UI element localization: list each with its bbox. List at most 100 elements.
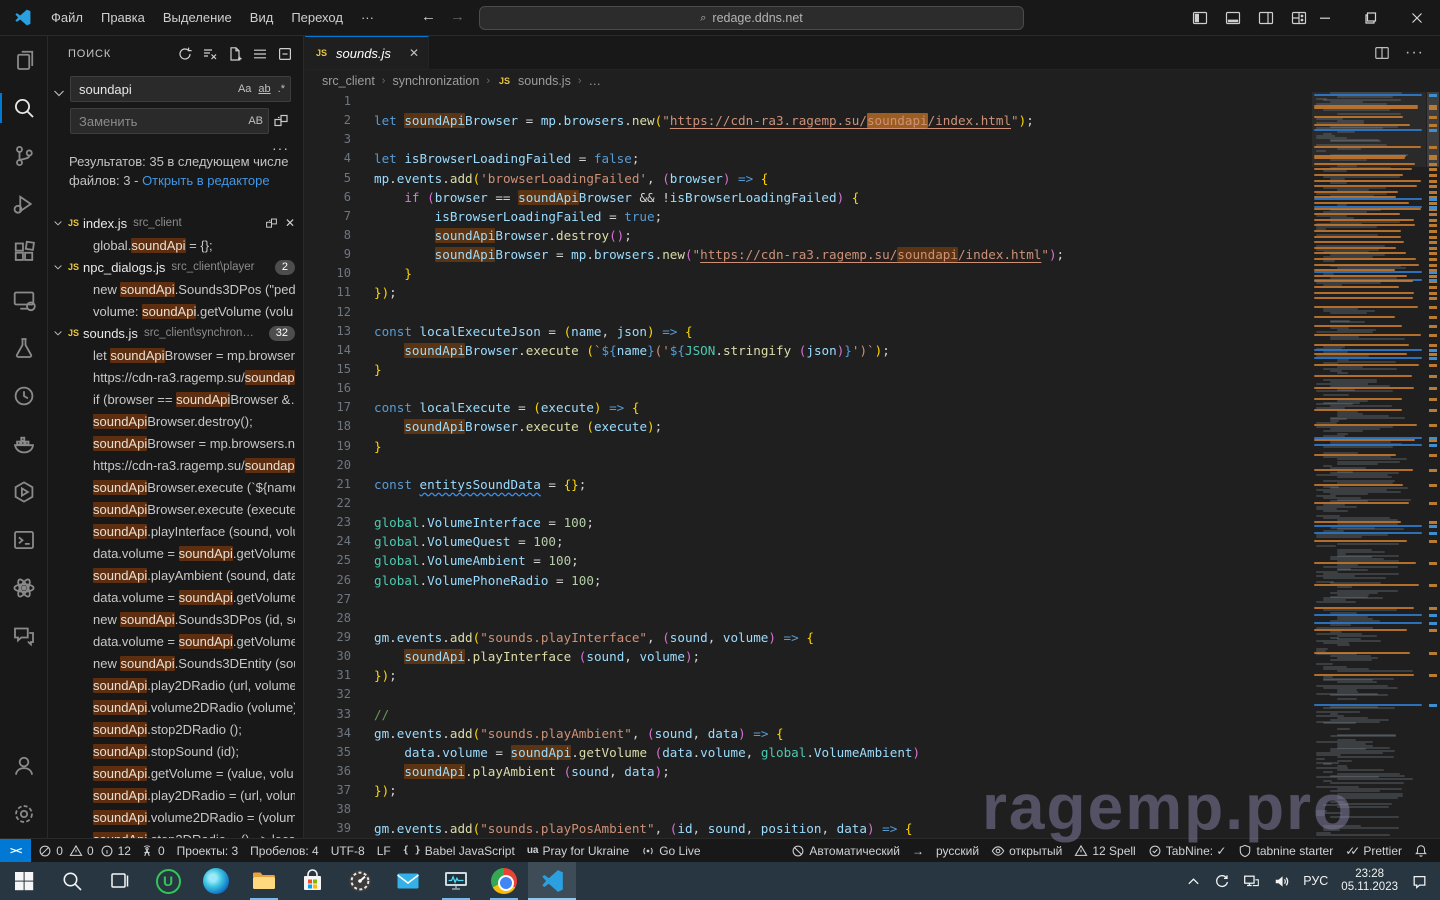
remote-explorer-icon[interactable] [0, 276, 47, 324]
result-match-row[interactable]: soundApiBrowser.destroy(); [48, 410, 303, 432]
scrollbar[interactable] [1426, 92, 1440, 838]
result-match-row[interactable]: soundApi.getVolume = (value, volu… [48, 762, 303, 784]
refresh-icon[interactable] [177, 46, 193, 62]
replace-all-icon[interactable] [273, 113, 289, 129]
result-match-row[interactable]: if (browser == soundApiBrowser &… [48, 388, 303, 410]
editor-more-actions-icon[interactable]: ··· [1405, 44, 1424, 62]
result-match-row[interactable]: soundApi.volume2DRadio (volume); [48, 696, 303, 718]
terminal-icon[interactable] [0, 516, 47, 564]
search-icon[interactable] [0, 84, 47, 132]
open-in-editor-link[interactable]: Открыть в редакторе [142, 173, 270, 188]
replace-input[interactable]: Заменить AB [70, 108, 269, 134]
result-match-row[interactable]: soundApiBrowser = mp.browsers.ne… [48, 432, 303, 454]
chevron-down-icon[interactable] [52, 261, 64, 273]
toggle-sidebar-icon[interactable] [1192, 10, 1208, 26]
files-icon[interactable] [0, 36, 47, 84]
result-match-row[interactable]: new soundApi.Sounds3DEntity (sou… [48, 652, 303, 674]
react-icon[interactable] [0, 564, 47, 612]
taskbar-store-icon[interactable] [288, 862, 336, 900]
taskbar-explorer-icon[interactable] [240, 862, 288, 900]
tray-volume-icon[interactable] [1273, 873, 1290, 890]
tab-close-icon[interactable]: ✕ [409, 46, 419, 60]
status-item-lf[interactable]: LF [371, 839, 397, 862]
toggle-secondary-sidebar-icon[interactable] [1258, 10, 1274, 26]
result-match-row[interactable]: https://cdn-ra3.ragemp.su/soundap… [48, 454, 303, 476]
menu-item[interactable]: ··· [352, 7, 383, 28]
code-runner-icon[interactable] [0, 468, 47, 516]
result-match-row[interactable]: new soundApi.Sounds3DPos (id, so… [48, 608, 303, 630]
action-center-icon[interactable] [1411, 873, 1428, 890]
status-item-tabnine-[interactable]: TabNine: ✓ [1142, 839, 1233, 862]
taskbar-search-icon[interactable] [48, 862, 96, 900]
language-indicator[interactable]: РУС [1303, 874, 1328, 888]
result-match-row[interactable]: let soundApiBrowser = mp.browser… [48, 344, 303, 366]
match-case-icon[interactable]: Aa [238, 83, 251, 95]
status-item-go-live[interactable]: Go Live [635, 839, 706, 862]
breadcrumb-item[interactable]: synchronization [392, 74, 479, 88]
menu-item[interactable]: Вид [241, 7, 283, 28]
debug-icon[interactable] [0, 180, 47, 228]
status-item-0[interactable]: 0 [134, 839, 171, 862]
status-item-проекты-3[interactable]: Проекты: 3 [171, 839, 245, 862]
dismiss-icon[interactable]: ✕ [285, 216, 295, 230]
chevron-down-icon[interactable] [52, 217, 64, 229]
result-match-row[interactable]: volume: soundApi.getVolume (volu… [48, 300, 303, 322]
whole-word-icon[interactable]: ab [258, 83, 270, 95]
open-new-search-editor-icon[interactable] [227, 46, 243, 62]
source-control-icon[interactable] [0, 132, 47, 180]
result-match-row[interactable]: soundApi.play2DRadio (url, volume); [48, 674, 303, 696]
collapse-all-icon[interactable] [277, 46, 293, 62]
tab-sounds-js[interactable]: JS sounds.js ✕ [305, 36, 429, 69]
status-item-открытый[interactable]: открытый [985, 839, 1068, 862]
menu-item[interactable]: Переход [282, 7, 352, 28]
result-match-row[interactable]: data.volume = soundApi.getVolume… [48, 542, 303, 564]
menu-item[interactable]: Правка [92, 7, 154, 28]
breadcrumb-item[interactable]: JSsounds.js [497, 74, 571, 88]
view-as-list-icon[interactable] [252, 46, 268, 62]
chevron-down-icon[interactable] [52, 327, 64, 339]
result-match-row[interactable]: soundApiBrowser.execute (execute); [48, 498, 303, 520]
clock[interactable]: 23:28 05.11.2023 [1341, 868, 1398, 895]
breadcrumb-item[interactable]: … [589, 74, 602, 88]
minimize-button[interactable] [1302, 0, 1348, 36]
result-match-row[interactable]: soundApi.stopSound (id); [48, 740, 303, 762]
status-item-12[interactable]: 12 [97, 839, 134, 862]
extensions-icon[interactable] [0, 228, 47, 276]
result-match-row[interactable]: data.volume = soundApi.getVolume… [48, 630, 303, 652]
status-item[interactable] [1408, 839, 1434, 862]
command-center-search[interactable]: ⌕ redage.ddns.net [479, 6, 1024, 30]
status-item-babel-javascript[interactable]: { }Babel JavaScript [397, 839, 521, 862]
restore-button[interactable] [1348, 0, 1394, 36]
toggle-panel-icon[interactable] [1225, 10, 1241, 26]
status-item-автоматический[interactable]: Автоматический [785, 839, 906, 862]
result-file-row[interactable]: JSindex.jssrc_client✕ [48, 212, 303, 234]
result-match-row[interactable]: soundApi.volume2DRadio = (volum… [48, 806, 303, 828]
taskbar-gauge-icon[interactable] [336, 862, 384, 900]
status-item[interactable]: → [906, 839, 930, 862]
status-item-prettier[interactable]: ✓✓Prettier [1339, 839, 1408, 862]
regex-icon[interactable]: .* [278, 83, 285, 95]
result-match-row[interactable]: soundApi.stop2DRadio = () => local… [48, 828, 303, 838]
taskbar-iobit-icon[interactable]: U [144, 862, 192, 900]
menu-item[interactable]: Выделение [154, 7, 241, 28]
status-item-0[interactable]: 0 [66, 839, 97, 862]
taskbar-perfmon-icon[interactable] [432, 862, 480, 900]
history-icon[interactable] [0, 372, 47, 420]
result-match-row[interactable]: soundApiBrowser.execute (`${name}… [48, 476, 303, 498]
result-match-row[interactable]: https://cdn-ra3.ragemp.su/soundap… [48, 366, 303, 388]
breadcrumb-item[interactable]: src_client [322, 74, 375, 88]
replace-all-icon[interactable] [265, 217, 278, 230]
minimap[interactable] [1312, 92, 1426, 838]
status-item-0[interactable]: 0 [35, 839, 66, 862]
taskbar-vscode-icon[interactable] [528, 862, 576, 900]
result-match-row[interactable]: new soundApi.Sounds3DPos ("ped_… [48, 278, 303, 300]
result-file-row[interactable]: JSnpc_dialogs.jssrc_client\player2 [48, 256, 303, 278]
result-match-row[interactable]: soundApi.play2DRadio = (url, volum… [48, 784, 303, 806]
split-editor-icon[interactable] [1374, 45, 1390, 61]
tray-sync-icon[interactable] [1214, 873, 1230, 889]
clear-results-icon[interactable] [202, 46, 218, 62]
status-item-utf-8[interactable]: UTF-8 [325, 839, 371, 862]
preserve-case-icon[interactable]: AB [248, 115, 263, 127]
testing-icon[interactable] [0, 324, 47, 372]
search-input[interactable]: soundapi Aa ab .* [70, 76, 291, 102]
